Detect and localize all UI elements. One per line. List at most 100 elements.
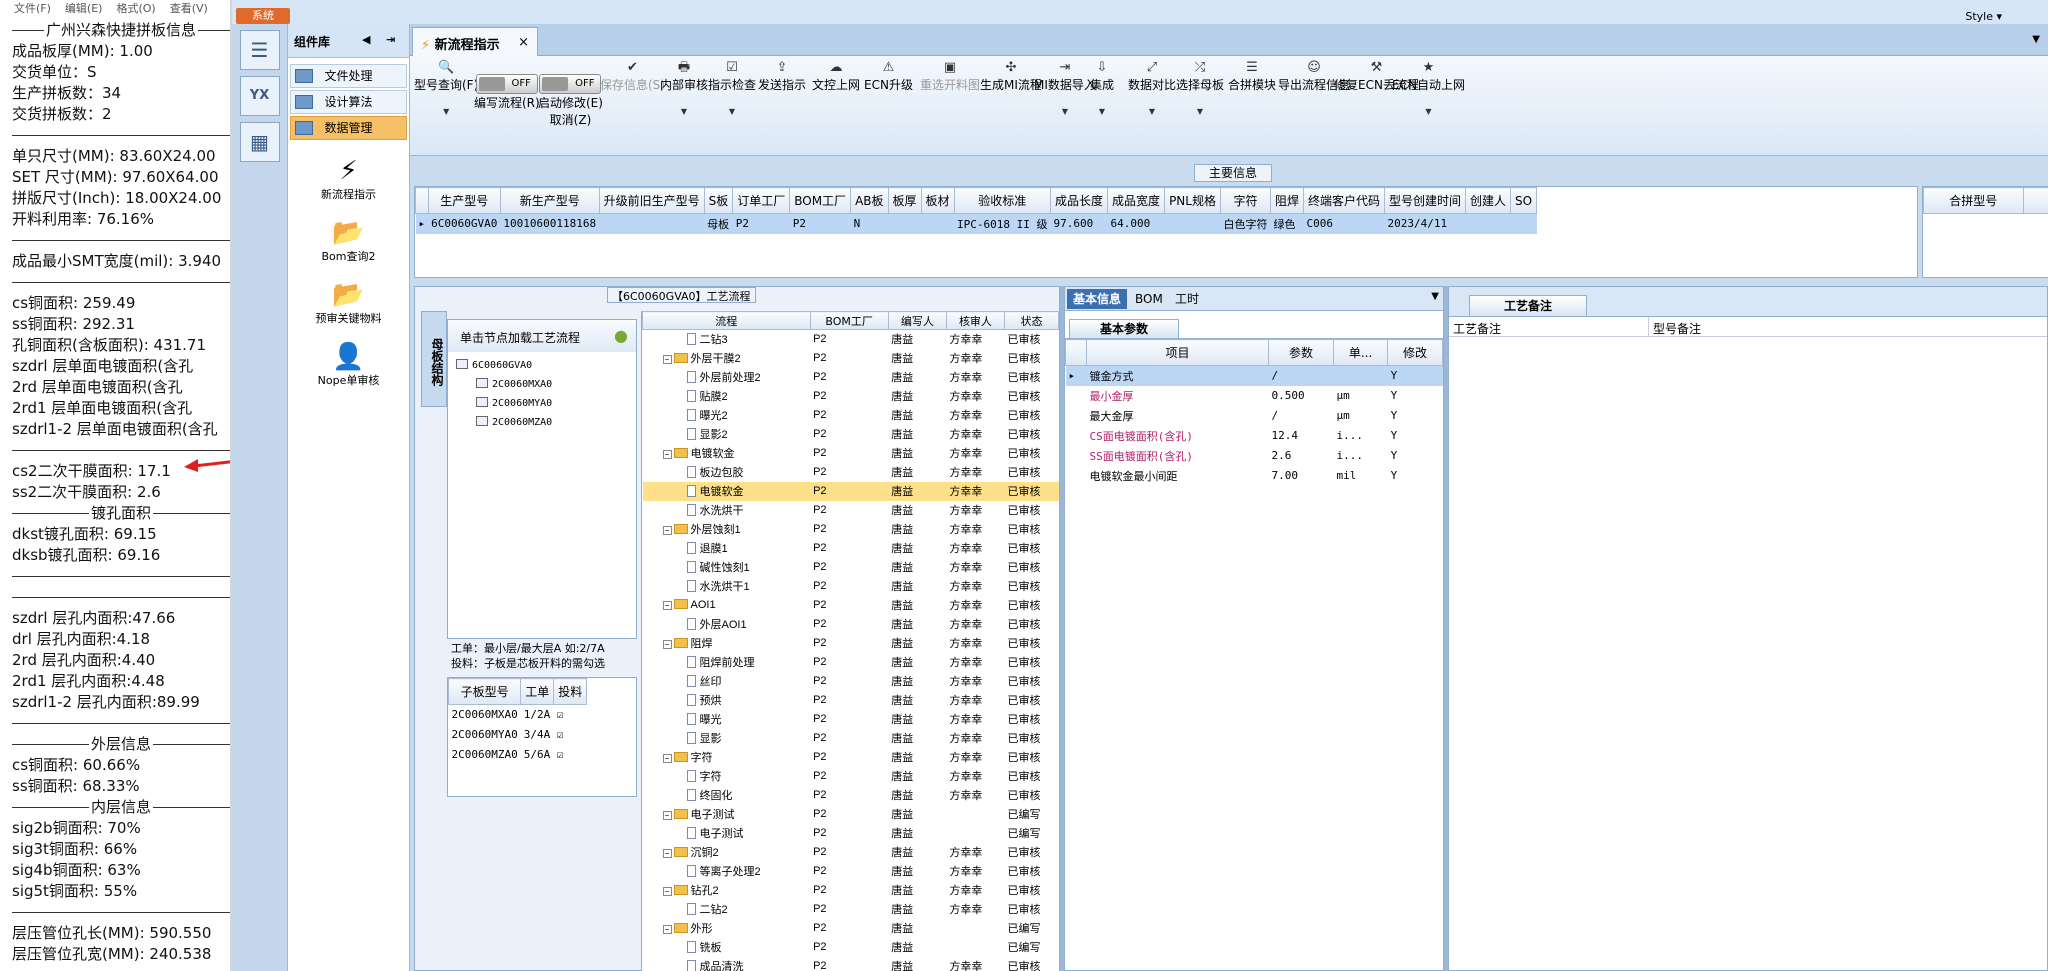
notepad-menu-item[interactable]: 编辑(E) — [65, 2, 103, 15]
tab-work-hours[interactable]: 工时 — [1169, 289, 1205, 309]
collapse-icon[interactable]: − — [662, 849, 672, 858]
table-row[interactable]: 成品清洗 P2 唐益 方幸幸 已审核 — [643, 957, 1059, 971]
table-cell[interactable] — [888, 213, 922, 234]
column-header[interactable]: 成品宽度 — [1107, 187, 1166, 214]
dropdown-arrow-icon[interactable]: ▼ — [660, 107, 708, 116]
dropdown-arrow-icon[interactable]: ▼ — [1176, 107, 1224, 116]
column-header[interactable]: 成品长度 — [1050, 187, 1109, 214]
ribbon-button[interactable]: ☁ 文控上网 — [812, 60, 860, 93]
toggle-switch[interactable]: OFF — [475, 74, 538, 94]
dropdown-arrow-icon[interactable]: ▼ — [414, 107, 478, 116]
checkbox[interactable]: ☑ — [554, 745, 587, 765]
table-row[interactable]: 水洗烘干 P2 唐益 方幸幸 已审核 — [643, 501, 1059, 520]
table-row[interactable]: 显影 P2 唐益 方幸幸 已审核 — [643, 729, 1059, 748]
table-row[interactable]: 电镀软金 P2 唐益 方幸幸 已审核 — [642, 481, 1059, 501]
table-row[interactable]: 电镀软金最小间距 7.00 mil Y — [1066, 466, 1443, 486]
column-header[interactable]: 工单 — [520, 678, 555, 705]
component-button[interactable]: 文件处理 — [290, 64, 407, 88]
process-name-cell[interactable]: 字符 — [643, 767, 811, 786]
dropdown-arrow-icon[interactable]: ▼ — [1128, 107, 1176, 116]
ribbon-button[interactable]: ★ ECN自动上网 ▼ — [1392, 60, 1465, 116]
collapse-icon[interactable]: − — [662, 887, 672, 896]
ribbon-button[interactable]: OFF 编写流程(R) — [474, 74, 540, 111]
process-name-cell[interactable]: 曝光2 — [643, 406, 811, 425]
style-dropdown[interactable]: Style ▾ — [1965, 10, 2002, 23]
table-row[interactable]: − 沉铜2 P2 唐益 方幸幸 已审核 — [643, 843, 1059, 862]
tree-node[interactable]: 2C0060MZA0 — [456, 413, 636, 432]
collapse-left-icon[interactable]: ◀ — [362, 33, 370, 46]
dropdown-arrow-icon[interactable]: ▼ — [1034, 107, 1096, 116]
table-cell[interactable]: 白色字符 — [1220, 213, 1271, 234]
ribbon-button[interactable]: ✔ 保存信息(S) — [600, 60, 665, 93]
component-item[interactable]: ⚡ 新流程指示 — [288, 156, 409, 202]
table-row[interactable]: 铣板 P2 唐益 已编写 — [643, 938, 1059, 957]
process-name-cell[interactable]: 水洗烘干1 — [643, 577, 811, 596]
table-cell[interactable]: 6C0060GVA0 — [428, 213, 501, 234]
param-value[interactable]: 7.00 — [1269, 466, 1334, 486]
param-value[interactable]: 12.4 — [1269, 426, 1334, 446]
process-name-cell[interactable]: 二钻2 — [643, 900, 811, 919]
pin-icon[interactable]: ⇥ — [386, 33, 395, 46]
process-name-cell[interactable]: 碱性蚀刻1 — [643, 558, 811, 577]
notepad-menu-item[interactable]: 查看(V) — [170, 2, 208, 15]
table-cell[interactable]: 绿色 — [1270, 213, 1304, 234]
table-row[interactable]: − 阻焊 P2 唐益 方幸幸 已审核 — [643, 634, 1059, 653]
table-row[interactable]: SS面电镀面积(含孔) 2.6 i... Y — [1066, 446, 1443, 466]
table-row[interactable]: 外层前处理2 P2 唐益 方幸幸 已审核 — [643, 368, 1059, 387]
process-name-cell[interactable]: 显影2 — [643, 425, 811, 444]
table-row[interactable]: 最大金厚 / μm Y — [1066, 406, 1443, 426]
table-cell[interactable] — [921, 213, 955, 234]
table-row[interactable]: 阻焊前处理 P2 唐益 方幸幸 已审核 — [643, 653, 1059, 672]
table-cell[interactable]: 母板 — [704, 213, 733, 234]
table-cell[interactable]: N — [850, 213, 889, 234]
process-name-cell[interactable]: 二钻3 — [643, 330, 811, 349]
table-row[interactable]: 板边包胶 P2 唐益 方幸幸 已审核 — [643, 463, 1059, 482]
column-header[interactable]: 单... — [1333, 339, 1389, 366]
table-row[interactable]: 最小金厚 0.500 μm Y — [1066, 386, 1443, 406]
component-item[interactable]: 📂 Bom查询2 — [288, 218, 409, 264]
table-row[interactable]: 终固化 P2 唐益 方幸幸 已审核 — [643, 786, 1059, 805]
ribbon-button[interactable]: ⚠ ECN升级 — [864, 60, 913, 93]
column-header[interactable]: 生产型号 — [2022, 187, 2048, 214]
column-header[interactable]: 合拼型号 — [1923, 187, 2024, 214]
checkbox[interactable]: ☑ — [554, 725, 587, 745]
table-row[interactable]: − 外形 P2 唐益 已编写 — [643, 919, 1059, 938]
tab-list-dropdown-icon[interactable]: ▼ — [2032, 34, 2040, 45]
ribbon-button[interactable]: ☑ 指示检查 ▼ — [708, 60, 756, 116]
collapse-icon[interactable]: − — [662, 925, 672, 934]
process-notes-tab[interactable]: 工艺备注 — [1469, 295, 1588, 317]
notepad-text[interactable]: 广州兴森快捷拼板信息 成品板厚(MM): 1.00 交货单位：S 生产拼板数：34 交货… — [12, 20, 230, 965]
column-header[interactable]: SO — [1510, 187, 1538, 214]
column-header[interactable]: 子板型号 — [447, 678, 522, 705]
collapse-icon[interactable]: − — [662, 640, 672, 649]
table-row[interactable]: 电子测试 P2 唐益 已编写 — [643, 824, 1059, 843]
toggle-switch[interactable]: OFF — [539, 74, 602, 94]
collapse-icon[interactable]: − — [662, 526, 672, 535]
process-name-cell[interactable]: − 钻孔2 — [643, 881, 811, 900]
collapse-icon[interactable]: − — [662, 601, 672, 610]
column-header[interactable]: PNL规格 — [1164, 187, 1221, 214]
tab-bom[interactable]: BOM — [1129, 289, 1169, 309]
column-header[interactable]: 新生产型号 — [499, 187, 600, 214]
process-name-cell[interactable]: − 字符 — [643, 748, 811, 767]
mother-board-structure-tab[interactable]: 母板结构 — [421, 311, 447, 407]
table-cell[interactable]: 10010600118168 — [500, 213, 600, 234]
basic-params-tab[interactable]: 基本参数 — [1069, 319, 1180, 339]
notepad-menu-item[interactable]: 格式(O) — [116, 2, 155, 15]
param-value[interactable]: 0.500 — [1269, 386, 1334, 406]
table-row[interactable]: 贴膜2 P2 唐益 方幸幸 已审核 — [643, 387, 1059, 406]
process-name-cell[interactable]: − 外形 — [643, 919, 811, 938]
column-header[interactable]: 板材 — [920, 187, 955, 214]
tab-new-process[interactable]: ⚡ 新流程指示 × — [412, 27, 538, 56]
table-row[interactable]: 二钻3 P2 唐益 方幸幸 已审核 — [643, 330, 1059, 349]
column-header[interactable]: 项目 — [1085, 339, 1270, 366]
table-row[interactable]: 外层AOI1 P2 唐益 方幸幸 已审核 — [643, 615, 1059, 634]
collapse-icon[interactable]: − — [662, 355, 672, 364]
column-header[interactable]: 编写人 — [887, 311, 947, 330]
table-cell[interactable]: IPC-6018 II 级 — [954, 213, 1051, 234]
process-name-cell[interactable]: 退膜1 — [643, 539, 811, 558]
table-row[interactable]: 2C0060MZA0 5/6A ☑ — [449, 745, 587, 765]
table-cell[interactable] — [599, 213, 705, 234]
ribbon-button[interactable]: 🖶 内部审核 ▼ — [660, 60, 708, 116]
table-row[interactable]: 字符 P2 唐益 方幸幸 已审核 — [643, 767, 1059, 786]
